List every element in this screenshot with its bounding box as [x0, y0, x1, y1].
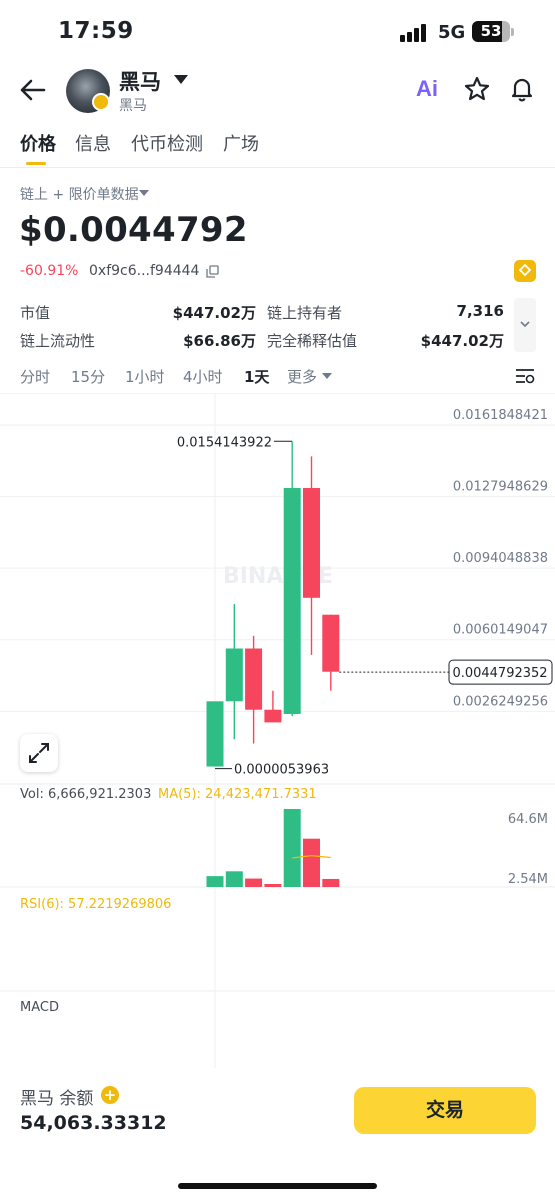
data-source-selector[interactable]: 链上 + 限价单数据 — [20, 184, 139, 204]
volume-bar — [264, 883, 282, 887]
stat-market-cap-label: 市值 — [20, 304, 51, 322]
interval-15m[interactable]: 15分 — [71, 366, 105, 387]
status-bar: 17:59 5G 53 — [0, 0, 555, 62]
y-axis-label: 0.0161848421 — [453, 408, 548, 423]
chevron-down-icon — [520, 321, 530, 328]
candle-body — [283, 488, 301, 714]
candlestick-chart[interactable]: BINANCE 0.01541439220.00000539630.004479… — [0, 393, 555, 1068]
bell-icon[interactable] — [508, 74, 536, 102]
candle-body — [322, 614, 340, 672]
ai-icon[interactable]: Ai — [416, 76, 438, 102]
volume-bar — [206, 876, 224, 887]
y-axis-label: 0.0094048838 — [453, 551, 548, 566]
candle-body — [245, 648, 263, 710]
balance-label: 黑马 余额 — [20, 1089, 94, 1109]
battery-cap — [511, 28, 514, 36]
bottom-bar: 黑马 余额 + 54,063.33312 交易 — [0, 1068, 555, 1200]
contract-address[interactable]: 0xf9c6...f94444 — [89, 263, 199, 279]
price-change: -60.91% — [20, 263, 79, 279]
trade-button[interactable]: 交易 — [354, 1087, 536, 1134]
coin-subtitle: 黑马 — [119, 98, 147, 114]
volume-bar — [225, 871, 243, 887]
candle-body — [225, 648, 243, 702]
candle-body — [303, 488, 320, 598]
y-axis-label: 0.0026249256 — [453, 694, 548, 709]
candle-body — [264, 709, 282, 723]
home-indicator — [178, 1183, 377, 1189]
y-axis-label: 0.0060149047 — [453, 623, 548, 638]
volume-label: Vol: 6,666,921.2303 — [20, 787, 152, 802]
volume-axis-label: 64.6M — [508, 812, 548, 827]
interval-timeline[interactable]: 分时 — [20, 366, 50, 387]
tab-square[interactable]: 广场 — [223, 130, 259, 156]
divider — [0, 167, 555, 168]
active-tab-indicator — [26, 162, 46, 165]
stat-fdv-label: 完全稀释估值 — [267, 332, 358, 350]
tab-bar: 价格 信息 代币检测 广场 — [0, 130, 555, 170]
coin-switch-caret-icon[interactable] — [174, 75, 188, 84]
candle-body — [206, 701, 224, 767]
volume-bar — [245, 878, 263, 887]
interval-1d[interactable]: 1天 — [244, 366, 269, 387]
bnb-chain-icon[interactable] — [514, 260, 536, 282]
current-price: $0.0044792 — [19, 210, 248, 250]
star-icon[interactable] — [463, 75, 491, 103]
tab-price[interactable]: 价格 — [20, 130, 56, 156]
rsi-label: RSI(6): 57.2219269806 — [20, 897, 172, 912]
volume-bar — [283, 809, 301, 887]
battery-level: 53 — [480, 22, 502, 40]
y-axis-label: 0.0127948629 — [453, 480, 548, 495]
stat-liquidity-value: $66.86万 — [183, 332, 256, 350]
expand-icon — [29, 743, 49, 763]
current-price-label: 0.0044792352 — [452, 666, 547, 681]
stat-fdv-value: $447.02万 — [420, 332, 504, 350]
stat-liquidity-label: 链上流动性 — [20, 332, 96, 350]
interval-4h[interactable]: 4小时 — [183, 366, 223, 387]
data-source-caret-icon[interactable] — [139, 190, 149, 196]
stats-expand-button[interactable] — [514, 298, 536, 352]
stat-market-cap-value: $447.02万 — [172, 304, 256, 322]
stat-holders-label: 链上持有者 — [267, 304, 343, 322]
fullscreen-button[interactable] — [20, 734, 58, 772]
copy-icon[interactable] — [206, 265, 219, 278]
volume-axis-label: 2.54M — [508, 872, 548, 887]
low-annotation: 0.0000053963 — [234, 763, 329, 778]
interval-1h[interactable]: 1小时 — [125, 366, 165, 387]
interval-bar: 分时 15分 1小时 4小时 1天 更多 — [0, 366, 555, 390]
interval-more[interactable]: 更多 — [287, 366, 317, 387]
volume-ma-label: MA(5): 24,423,471.7331 — [158, 787, 317, 802]
macd-label: MACD — [20, 1000, 59, 1015]
high-annotation: 0.0154143922 — [177, 435, 272, 450]
volume-bar — [322, 878, 340, 887]
signal-icon — [400, 24, 430, 42]
chart-settings-icon[interactable] — [514, 366, 536, 386]
back-arrow-icon[interactable] — [18, 76, 48, 104]
network-type: 5G — [438, 22, 466, 43]
volume-bar — [303, 838, 320, 887]
header: 黑马 黑马 Ai — [0, 62, 555, 120]
tab-token-check[interactable]: 代币检测 — [131, 130, 203, 156]
add-balance-icon[interactable]: + — [101, 1086, 119, 1104]
battery-icon: 53 — [472, 21, 510, 42]
chain-badge-icon — [92, 93, 110, 111]
stat-holders-value: 7,316 — [456, 302, 504, 320]
status-time: 17:59 — [58, 18, 134, 44]
coin-name[interactable]: 黑马 — [119, 66, 161, 96]
more-caret-icon[interactable] — [322, 373, 332, 379]
tab-info[interactable]: 信息 — [75, 130, 111, 156]
balance-value: 54,063.33312 — [20, 1112, 167, 1134]
